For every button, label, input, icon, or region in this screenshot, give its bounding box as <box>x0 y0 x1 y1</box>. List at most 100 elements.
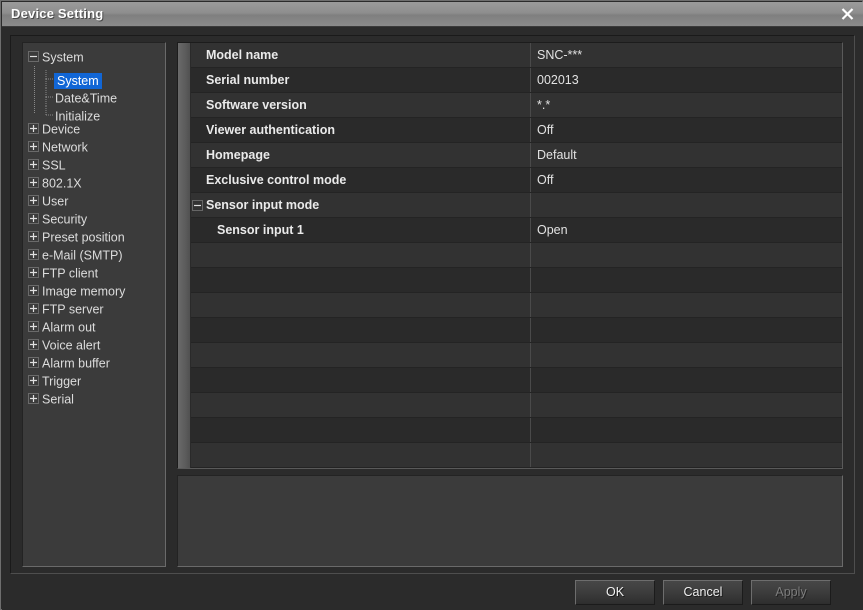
property-value-cell[interactable] <box>531 393 842 417</box>
table-row[interactable] <box>191 393 842 418</box>
table-row[interactable]: Serial number 002013 <box>191 68 842 93</box>
tree-item-label: Alarm buffer <box>42 356 110 371</box>
tree-item-initialize[interactable]: Initialize <box>23 102 165 124</box>
property-name-cell: Homepage <box>191 143 530 167</box>
property-value-cell[interactable]: Off <box>531 168 842 192</box>
settings-tree: System System Date&Time Initialize Device Net… <box>23 43 165 408</box>
table-rows: Model name SNC-*** Serial number 002013 Soft… <box>191 43 842 468</box>
property-value-cell[interactable] <box>531 343 842 367</box>
property-name-cell <box>191 368 530 392</box>
table-row[interactable] <box>191 343 842 368</box>
expand-plus-icon[interactable] <box>28 123 39 135</box>
expand-plus-icon[interactable] <box>28 195 39 207</box>
property-value-cell[interactable]: Off <box>531 118 842 142</box>
tree-item-device[interactable]: Device <box>23 120 165 138</box>
property-name-cell <box>191 443 530 467</box>
table-row[interactable]: Sensor input 1 Open <box>191 218 842 243</box>
tree-item-serial[interactable]: Serial <box>23 390 165 408</box>
property-name-cell: Software version <box>191 93 530 117</box>
property-value-cell[interactable] <box>531 243 842 267</box>
tree-item-e-mail-smtp[interactable]: e-Mail (SMTP) <box>23 246 165 264</box>
property-value-cell[interactable]: SNC-*** <box>531 43 842 67</box>
property-value-cell[interactable] <box>531 318 842 342</box>
table-row[interactable] <box>191 368 842 393</box>
expand-plus-icon[interactable] <box>28 267 39 279</box>
close-button[interactable] <box>835 4 859 25</box>
tree-item-802-1x[interactable]: 802.1X <box>23 174 165 192</box>
collapse-minus-icon[interactable] <box>192 200 203 211</box>
property-value-cell[interactable] <box>531 268 842 292</box>
property-value-cell[interactable]: *.* <box>531 93 842 117</box>
expand-plus-icon[interactable] <box>28 177 39 189</box>
tree-item-label: Image memory <box>42 284 126 299</box>
expand-plus-icon[interactable] <box>28 249 39 261</box>
tree-item-trigger[interactable]: Trigger <box>23 372 165 390</box>
property-name-cell <box>191 393 530 417</box>
table-row[interactable]: Model name SNC-*** <box>191 43 842 68</box>
property-name-text: Exclusive control mode <box>206 173 347 187</box>
expand-plus-icon[interactable] <box>28 375 39 387</box>
table-row[interactable] <box>191 443 842 468</box>
expand-plus-icon[interactable] <box>28 303 39 315</box>
title-bar: Device Setting <box>2 2 863 27</box>
property-name-cell: Model name <box>191 43 530 67</box>
property-name-cell: Sensor input 1 <box>191 218 530 242</box>
tree-item-image-memory[interactable]: Image memory <box>23 282 165 300</box>
cancel-button[interactable]: Cancel <box>663 580 743 605</box>
tree-item-ftp-server[interactable]: FTP server <box>23 300 165 318</box>
tree-item-alarm-buffer[interactable]: Alarm buffer <box>23 354 165 372</box>
tree-item-label: Alarm out <box>42 320 96 335</box>
settings-tree-panel[interactable]: System System Date&Time Initialize Device Net… <box>22 42 166 567</box>
table-gutter <box>178 43 191 468</box>
table-row[interactable] <box>191 318 842 343</box>
expand-plus-icon[interactable] <box>28 393 39 405</box>
tree-item-label: SSL <box>42 158 66 173</box>
expand-plus-icon[interactable] <box>28 213 39 225</box>
description-panel <box>177 475 843 567</box>
table-row[interactable]: Software version *.* <box>191 93 842 118</box>
property-value-cell[interactable] <box>531 368 842 392</box>
table-row[interactable]: Homepage Default <box>191 143 842 168</box>
property-value-cell[interactable] <box>531 193 842 217</box>
table-row[interactable] <box>191 243 842 268</box>
table-row[interactable] <box>191 293 842 318</box>
tree-item-system[interactable]: System <box>23 66 165 88</box>
tree-item-alarm-out[interactable]: Alarm out <box>23 318 165 336</box>
tree-item-voice-alert[interactable]: Voice alert <box>23 336 165 354</box>
tree-item-label: FTP client <box>42 266 99 281</box>
tree-item-label: Network <box>42 140 88 155</box>
expand-plus-icon[interactable] <box>28 357 39 369</box>
property-value-cell[interactable] <box>531 293 842 317</box>
tree-item-label: Security <box>42 212 88 227</box>
property-value-cell[interactable]: 002013 <box>531 68 842 92</box>
expand-plus-icon[interactable] <box>28 321 39 333</box>
property-name-cell: Sensor input mode <box>191 193 530 217</box>
property-name-cell: Exclusive control mode <box>191 168 530 192</box>
expand-plus-icon[interactable] <box>28 285 39 297</box>
property-value-cell[interactable]: Default <box>531 143 842 167</box>
collapse-minus-icon[interactable] <box>28 51 39 63</box>
expand-plus-icon[interactable] <box>28 339 39 351</box>
property-name-text: Homepage <box>206 148 270 162</box>
table-row[interactable] <box>191 268 842 293</box>
tree-item-preset-position[interactable]: Preset position <box>23 228 165 246</box>
tree-item-network[interactable]: Network <box>23 138 165 156</box>
property-value-cell[interactable] <box>531 443 842 467</box>
expand-plus-icon[interactable] <box>28 231 39 243</box>
tree-item-ftp-client[interactable]: FTP client <box>23 264 165 282</box>
table-row[interactable] <box>191 418 842 443</box>
expand-plus-icon[interactable] <box>28 141 39 153</box>
tree-item-ssl[interactable]: SSL <box>23 156 165 174</box>
property-table[interactable]: Model name SNC-*** Serial number 002013 Soft… <box>177 42 843 469</box>
ok-button[interactable]: OK <box>575 580 655 605</box>
tree-item-security[interactable]: Security <box>23 210 165 228</box>
expand-plus-icon[interactable] <box>28 159 39 171</box>
tree-item-system[interactable]: System <box>23 48 165 66</box>
tree-item-date-time[interactable]: Date&Time <box>23 84 165 106</box>
table-row[interactable]: Exclusive control mode Off <box>191 168 842 193</box>
tree-item-user[interactable]: User <box>23 192 165 210</box>
table-row[interactable]: Sensor input mode <box>191 193 842 218</box>
table-row[interactable]: Viewer authentication Off <box>191 118 842 143</box>
property-value-cell[interactable]: Open <box>531 218 842 242</box>
property-value-cell[interactable] <box>531 418 842 442</box>
